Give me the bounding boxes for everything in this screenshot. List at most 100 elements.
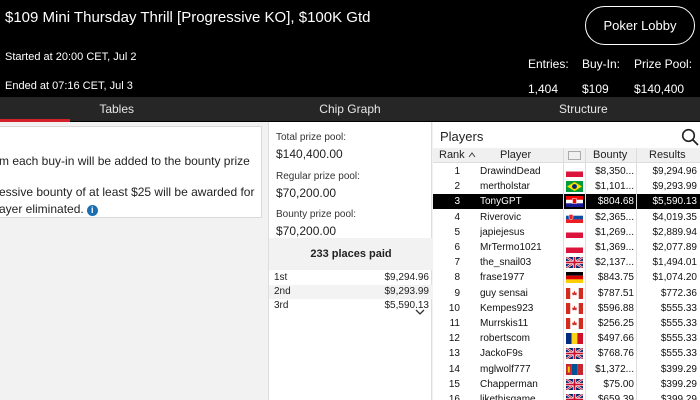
table-row[interactable]: 9 guy sensai $787.51 $772.36 — [433, 286, 700, 301]
player-rank: 4 — [454, 211, 460, 223]
player-name: Murrskis11 — [480, 318, 529, 329]
table-row[interactable]: 16 likethisgame $659.39 $399.29 — [433, 392, 700, 400]
players-title: Players — [440, 129, 484, 144]
column-divider — [563, 148, 564, 400]
flag-column-icon[interactable] — [568, 151, 581, 160]
player-rank: 13 — [448, 348, 460, 360]
uk-flag-icon — [566, 348, 583, 360]
bounty-prize-label: Bounty prize pool: — [276, 209, 357, 220]
player-rank: 6 — [454, 242, 460, 253]
player-bounty: $497.66 — [597, 333, 634, 345]
players-panel: Players Rank Player Bounty Results 1 Draw… — [433, 122, 700, 400]
germany-flag-icon — [566, 272, 583, 284]
total-prize-label: Total prize pool: — [276, 132, 347, 143]
player-bounty: $787.51 — [597, 287, 634, 299]
table-row[interactable]: 4 Riverovic $2,365... $4,019.35 — [433, 210, 700, 225]
table-row-selected[interactable]: 3 TonyGPT $804.68 $5,590.13 — [433, 194, 700, 210]
player-bounty: $659.39 — [597, 394, 634, 400]
prize-pool-label: Prize Pool: — [634, 57, 693, 71]
info-text-line-2: essive bounty of at least $25 will be aw… — [0, 185, 255, 199]
table-row[interactable]: 2 mertholstar $1,101... $9,293.99 — [433, 179, 700, 194]
player-rank: 11 — [449, 318, 460, 329]
tab-tables[interactable]: Tables — [0, 97, 233, 121]
column-divider — [636, 148, 637, 400]
bounty-prize-value: $70,200.00 — [276, 224, 337, 238]
table-row[interactable]: 1 DrawindDead $8,350... $9,294.96 — [433, 164, 700, 179]
table-row[interactable]: 6 MrTermo1021 $1,369... $2,077.89 — [433, 240, 700, 255]
player-bounty: $8,350... — [595, 166, 634, 177]
tournament-title: $109 Mini Thursday Thrill [Progressive K… — [5, 9, 371, 26]
end-time: Ended at 07:16 CET, Jul 3 — [5, 80, 133, 92]
table-row[interactable]: 12 robertscom $497.66 $555.33 — [433, 331, 700, 346]
player-bounty: $1,101... — [595, 181, 634, 193]
table-row[interactable]: 15 Chapperman $75.00 $399.29 — [433, 377, 700, 392]
bounty-info-card: m each buy-in will be added to the bount… — [0, 126, 262, 218]
tab-chip-graph[interactable]: Chip Graph — [233, 97, 466, 121]
prize-pool-stat: Prize Pool: $140,400 — [634, 57, 692, 96]
table-row[interactable]: 11 Murrskis11 $256.25 $555.33 — [433, 316, 700, 331]
uk-flag-icon — [566, 394, 583, 400]
player-rank: 5 — [454, 226, 460, 238]
canada-flag-icon — [566, 287, 583, 299]
payout-row: 1st $9,294.96 — [269, 271, 433, 285]
table-row[interactable]: 5 japiejesus $1,269... $2,889.94 — [433, 225, 700, 240]
player-rank: 3 — [454, 196, 460, 208]
player-result: $5,590.13 — [652, 196, 698, 208]
bounty-column-header[interactable]: Bounty — [593, 149, 627, 161]
player-name: Kempes923 — [480, 302, 534, 314]
poker-lobby-button[interactable]: Poker Lobby — [585, 6, 695, 45]
player-bounty: $256.25 — [597, 318, 634, 329]
player-result: $772.36 — [660, 287, 697, 299]
brazil-flag-icon — [566, 181, 583, 193]
table-row[interactable]: 7 the_snail03 $2,137... $1,494.01 — [433, 255, 700, 270]
player-column-header[interactable]: Player — [500, 149, 531, 161]
player-result: $399.29 — [660, 363, 697, 375]
search-icon[interactable] — [681, 128, 699, 146]
table-row[interactable]: 14 mglwolf777 $1,372... $399.29 — [433, 362, 700, 377]
player-rank: 12 — [448, 333, 460, 345]
player-name: MrTermo1021 — [480, 242, 542, 253]
table-row[interactable]: 10 Kempes923 $596.88 $555.33 — [433, 301, 700, 316]
player-name: frase1977 — [480, 272, 525, 284]
croatia-flag-icon — [566, 196, 583, 208]
player-name: mglwolf777 — [480, 363, 531, 375]
player-bounty: $2,137... — [595, 257, 634, 269]
sort-asc-icon — [468, 152, 476, 158]
start-time: Started at 20:00 CET, Jul 2 — [5, 51, 137, 63]
chevron-down-icon[interactable] — [415, 309, 425, 315]
player-name: Chapperman — [480, 378, 538, 390]
column-divider — [585, 148, 586, 400]
payout-row: 2nd $9,293.99 — [269, 285, 433, 299]
regular-prize-label: Regular prize pool: — [276, 171, 360, 182]
player-rank: 8 — [454, 272, 460, 284]
player-result: $1,074.20 — [652, 272, 698, 284]
tab-structure[interactable]: Structure — [467, 97, 700, 121]
info-text-line-1: m each buy-in will be added to the bount… — [0, 154, 250, 168]
player-result: $1,494.01 — [652, 257, 698, 269]
entries-stat: Entries: 1,404 — [528, 57, 569, 96]
player-name: the_snail03 — [480, 257, 532, 269]
table-row[interactable]: 8 frase1977 $843.75 $1,074.20 — [433, 270, 700, 285]
main-content: m each buy-in will be added to the bount… — [0, 122, 700, 400]
places-paid-header: 233 places paid — [269, 238, 433, 270]
poland-flag-icon — [566, 166, 583, 177]
player-result: $555.33 — [660, 318, 697, 329]
payout-place: 2nd — [274, 286, 291, 297]
entries-value: 1,404 — [528, 82, 559, 96]
player-name: japiejesus — [480, 226, 525, 238]
player-name: guy sensai — [480, 287, 528, 299]
player-bounty: $1,372... — [595, 363, 634, 375]
player-result: $399.29 — [660, 394, 697, 400]
uk-flag-icon — [566, 378, 583, 390]
rank-column-header[interactable]: Rank — [439, 149, 476, 161]
player-result: $4,019.35 — [652, 211, 698, 223]
table-row[interactable]: 13 JackoF9s $768.76 $555.33 — [433, 346, 700, 361]
player-bounty: $75.00 — [603, 378, 634, 390]
player-rank: 10 — [448, 302, 460, 314]
poland-flag-icon — [566, 226, 583, 238]
info-icon[interactable]: i — [86, 205, 98, 216]
player-name: DrawindDead — [480, 166, 541, 177]
slovakia-flag-icon — [566, 211, 583, 223]
player-result: $399.29 — [660, 378, 697, 390]
results-column-header[interactable]: Results — [649, 149, 686, 161]
